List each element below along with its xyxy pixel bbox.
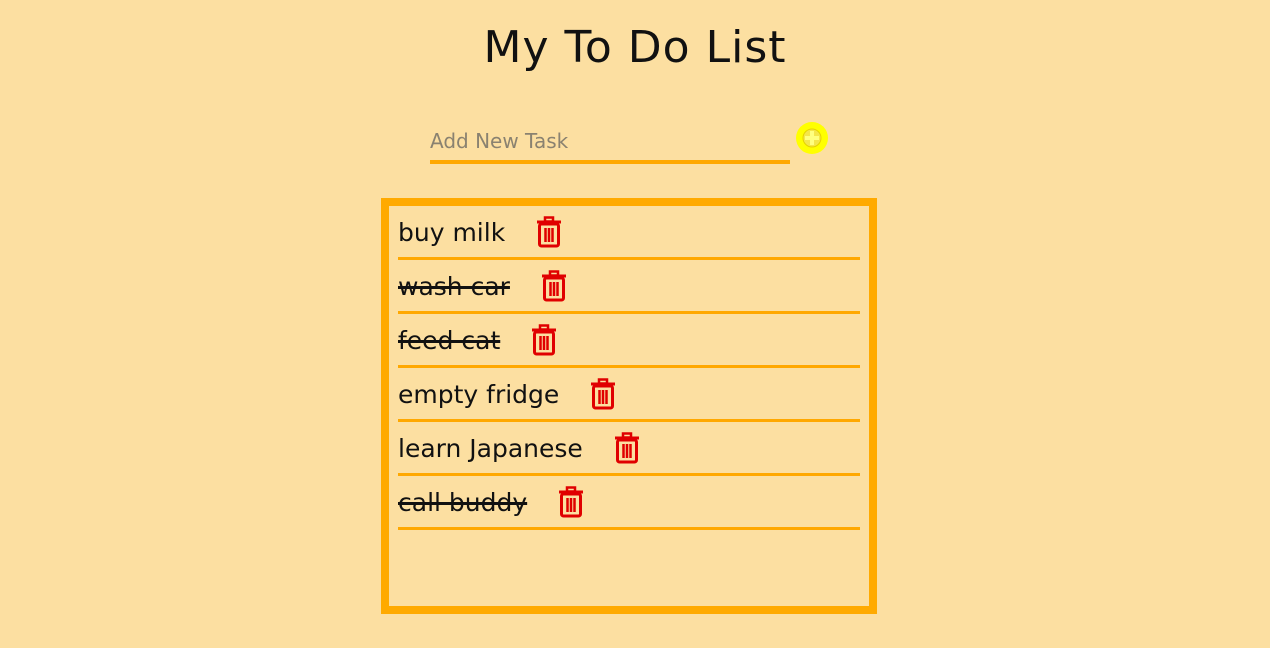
task-label[interactable]: call buddy: [398, 486, 527, 517]
delete-task-button[interactable]: [613, 431, 641, 465]
new-task-input[interactable]: [430, 122, 790, 164]
trash-icon: [541, 269, 566, 301]
task-item: call buddy: [398, 476, 860, 530]
delete-task-button[interactable]: [589, 377, 617, 411]
trash-icon: [537, 215, 562, 247]
task-label[interactable]: learn Japanese: [398, 432, 583, 463]
trash-icon: [559, 485, 584, 517]
task-item: buy milk: [398, 206, 860, 260]
trash-icon: [532, 323, 557, 355]
add-task-button[interactable]: [796, 122, 828, 154]
delete-task-button[interactable]: [557, 485, 585, 519]
task-item: feed cat: [398, 314, 860, 368]
task-label[interactable]: feed cat: [398, 324, 500, 355]
page-title: My To Do List: [483, 22, 787, 73]
task-label[interactable]: wash car: [398, 270, 510, 301]
task-list: buy milk wash car feed cat empty fridge lear…: [398, 206, 860, 530]
delete-task-button[interactable]: [540, 269, 568, 303]
task-item: wash car: [398, 260, 860, 314]
task-item: learn Japanese: [398, 422, 860, 476]
task-list-panel: buy milk wash car feed cat empty fridge lear…: [381, 198, 877, 614]
task-label[interactable]: empty fridge: [398, 378, 559, 409]
trash-icon: [614, 431, 639, 463]
add-task-row: [430, 118, 830, 168]
delete-task-button[interactable]: [530, 323, 558, 357]
trash-icon: [591, 377, 616, 409]
task-item: empty fridge: [398, 368, 860, 422]
todo-app: My To Do List buy milk wash car feed cat em…: [0, 0, 1270, 648]
delete-task-button[interactable]: [535, 215, 563, 249]
plus-circle-icon: [802, 128, 822, 148]
task-label[interactable]: buy milk: [398, 216, 505, 247]
